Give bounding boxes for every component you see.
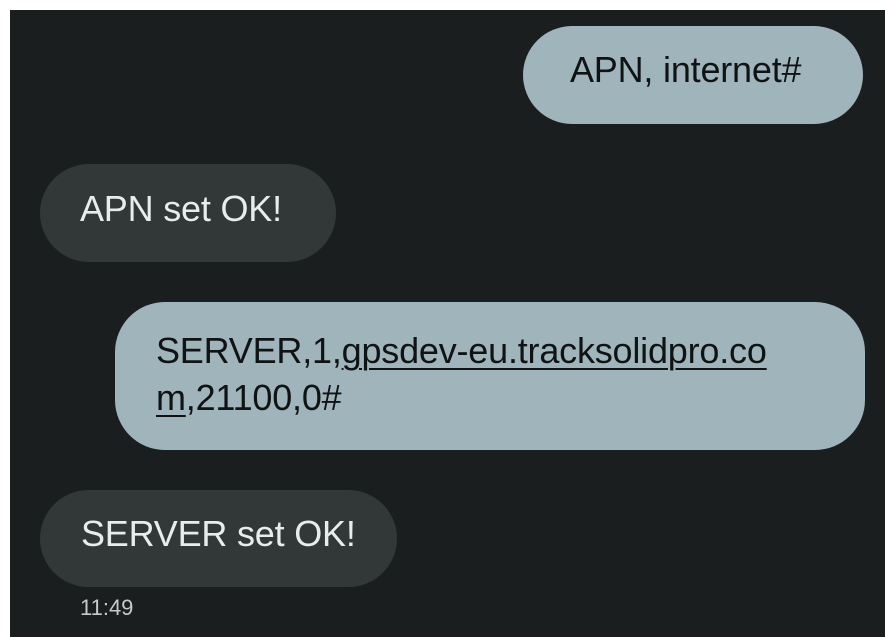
received-message-bubble[interactable]: APN set OK!: [40, 164, 336, 262]
message-text-prefix: SERVER,1,: [156, 330, 342, 371]
sent-message-bubble[interactable]: APN, internet#: [523, 26, 863, 124]
message-text: APN set OK!: [80, 188, 282, 229]
message-timestamp: 11:49: [80, 595, 134, 620]
message-text: APN, internet#: [570, 49, 802, 90]
message-text-suffix: ,21100,0#: [185, 377, 342, 418]
conversation-view: APN, internet# APN set OK! SERVER,1,gpsd…: [10, 10, 885, 637]
link-text-line-1: gpsdev-eu.tracksolidpro.co: [341, 330, 767, 371]
link-text-line-2: m: [156, 377, 186, 418]
sent-message-bubble[interactable]: SERVER,1,gpsdev-eu.tracksolidpro.co m,211…: [115, 302, 865, 450]
message-text: SERVER set OK!: [81, 513, 356, 554]
received-message-bubble[interactable]: SERVER set OK!: [40, 490, 397, 587]
